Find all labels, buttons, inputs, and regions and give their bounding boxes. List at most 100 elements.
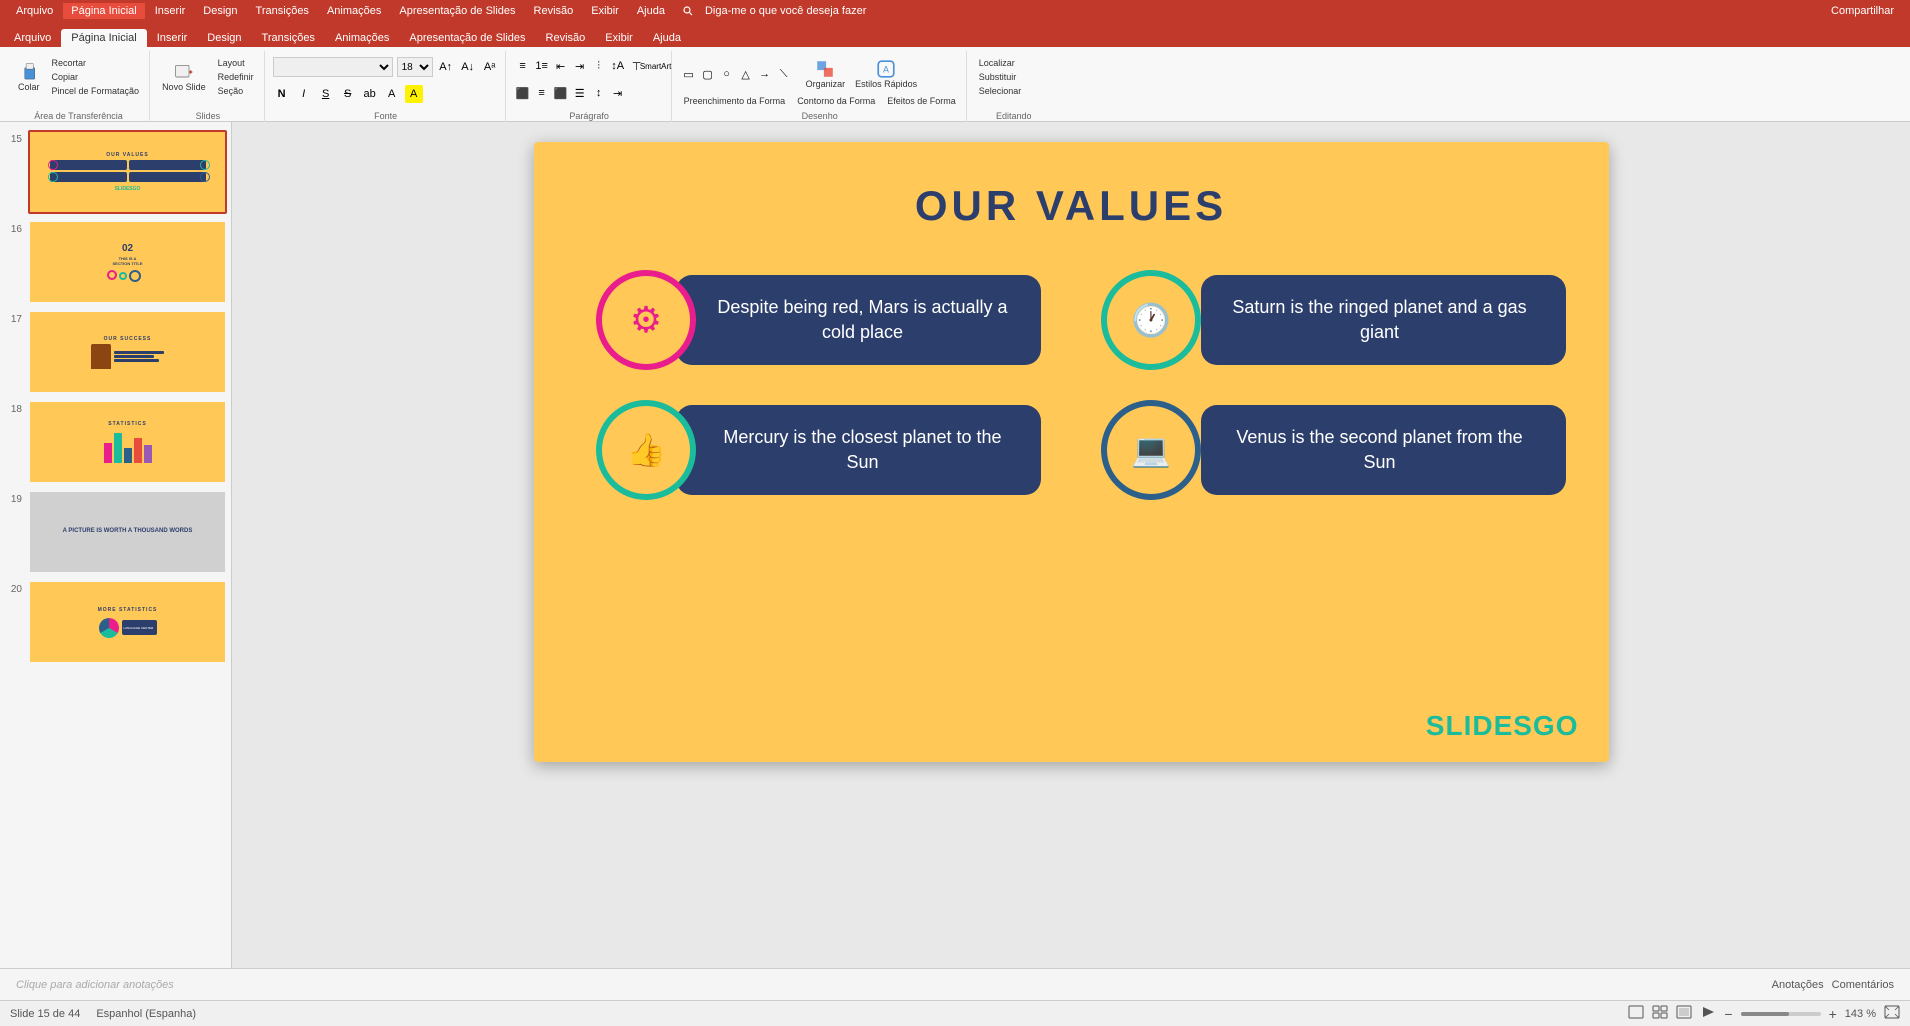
menu-animacoes[interactable]: Animações bbox=[319, 3, 389, 19]
menu-pagina-inicial[interactable]: Página Inicial bbox=[63, 3, 144, 19]
paste-button[interactable]: Colar bbox=[14, 60, 44, 94]
align-right-button[interactable]: ⬛ bbox=[552, 84, 570, 102]
slide-15-thumb[interactable]: 15 OUR VALUES SLIDESGO bbox=[4, 130, 227, 214]
line-spacing-button[interactable]: ↕ bbox=[590, 84, 608, 102]
font-color-button[interactable]: A bbox=[383, 85, 401, 103]
slide-18-thumb[interactable]: 18 STATISTICS bbox=[4, 400, 227, 484]
shape-rounded[interactable]: ▢ bbox=[699, 65, 717, 83]
underline-button[interactable]: S bbox=[317, 85, 335, 103]
slide-16-img[interactable]: 02 THIS IS ASECTION TITLE bbox=[28, 220, 227, 304]
find-button[interactable]: Localizar bbox=[975, 57, 1019, 69]
font-family-select[interactable] bbox=[273, 57, 393, 77]
shape-triangle[interactable]: △ bbox=[737, 65, 755, 83]
indent-button[interactable]: ⇥ bbox=[609, 84, 627, 102]
canvas-area[interactable]: OUR VALUES Despite being red, Mars is ac… bbox=[232, 122, 1910, 968]
effects-shape-button[interactable]: Efeitos de Forma bbox=[883, 95, 960, 107]
numbering-button[interactable]: 1≡ bbox=[533, 57, 551, 75]
notes-button[interactable]: Anotações bbox=[1772, 979, 1824, 991]
increase-font-button[interactable]: A↑ bbox=[437, 58, 455, 76]
slide-17-img[interactable]: OUR SUCCESS bbox=[28, 310, 227, 394]
shape-arrow[interactable]: → bbox=[756, 65, 774, 83]
clipboard-group: Colar Recortar Copiar Pincel de Formataç… bbox=[8, 51, 150, 125]
replace-button[interactable]: Substituir bbox=[975, 71, 1021, 83]
menu-apresentacao[interactable]: Apresentação de Slides bbox=[391, 3, 523, 19]
zoom-out-button[interactable]: − bbox=[1724, 1006, 1732, 1022]
arrange-button[interactable]: Organizar bbox=[802, 57, 850, 91]
normal-view-button[interactable] bbox=[1628, 1005, 1644, 1022]
slide-17-thumb[interactable]: 17 OUR SUCCESS bbox=[4, 310, 227, 394]
menu-arquivo[interactable]: Arquivo bbox=[8, 3, 61, 19]
share-button[interactable]: Compartilhar bbox=[1823, 3, 1902, 19]
value-saturn: Saturn is the ringed planet and a gas gi… bbox=[1101, 270, 1546, 370]
values-grid: Despite being red, Mars is actually a co… bbox=[596, 270, 1546, 500]
tab-revisao[interactable]: Revisão bbox=[536, 29, 596, 47]
text-direction-button[interactable]: ↕A bbox=[609, 57, 627, 75]
slide-16-thumb[interactable]: 16 02 THIS IS ASECTION TITLE bbox=[4, 220, 227, 304]
slide-20-thumb[interactable]: 20 MORE STATISTICS LANGUAGE CENTER bbox=[4, 580, 227, 664]
columns-button[interactable]: ⫶ bbox=[590, 57, 608, 75]
shape-line[interactable]: ⟍ bbox=[775, 65, 793, 83]
tab-design[interactable]: Design bbox=[197, 29, 251, 47]
zoom-in-button[interactable]: + bbox=[1829, 1006, 1837, 1022]
notes-placeholder[interactable]: Clique para adicionar anotações bbox=[16, 979, 174, 991]
quick-styles-button[interactable]: A Estilos Rápidos bbox=[851, 57, 921, 91]
tab-exibir[interactable]: Exibir bbox=[595, 29, 643, 47]
slide-20-img[interactable]: MORE STATISTICS LANGUAGE CENTER bbox=[28, 580, 227, 664]
font-size-select[interactable]: 18 24 36 bbox=[397, 57, 433, 77]
decrease-font-button[interactable]: A↓ bbox=[459, 58, 477, 76]
bullets-button[interactable]: ≡ bbox=[514, 57, 532, 75]
tab-arquivo[interactable]: Arquivo bbox=[4, 29, 61, 47]
layout-button[interactable]: Layout bbox=[214, 57, 258, 69]
format-painter-button[interactable]: Pincel de Formatação bbox=[48, 85, 144, 97]
convert-smartart-button[interactable]: SmartArt bbox=[647, 57, 665, 75]
align-center-button[interactable]: ≡ bbox=[533, 84, 551, 102]
presentation-button[interactable] bbox=[1700, 1005, 1716, 1022]
strikethrough-button[interactable]: S bbox=[339, 85, 357, 103]
outline-shape-button[interactable]: Contorno da Forma bbox=[793, 95, 879, 107]
clear-format-button[interactable]: Aᵃ bbox=[481, 58, 499, 76]
menu-revisao[interactable]: Revisão bbox=[526, 3, 582, 19]
menu-ajuda[interactable]: Ajuda bbox=[629, 3, 673, 19]
redefinir-button[interactable]: Redefinir bbox=[214, 71, 258, 83]
ribbon-tabs: Arquivo Página Inicial Inserir Design Tr… bbox=[0, 22, 1910, 47]
tab-transicoes[interactable]: Transições bbox=[252, 29, 325, 47]
fill-shape-button[interactable]: Preenchimento da Forma bbox=[680, 95, 790, 107]
menu-transicoes[interactable]: Transições bbox=[248, 3, 317, 19]
bold-button[interactable]: N bbox=[273, 85, 291, 103]
justify-button[interactable]: ☰ bbox=[571, 84, 589, 102]
increase-indent-button[interactable]: ⇥ bbox=[571, 57, 589, 75]
select-button[interactable]: Selecionar bbox=[975, 85, 1026, 97]
slide-19-thumb[interactable]: 19 A PICTURE IS WORTH A THOUSAND WORDS bbox=[4, 490, 227, 574]
tab-apresentacao[interactable]: Apresentação de Slides bbox=[399, 29, 535, 47]
cut-button[interactable]: Recortar bbox=[48, 57, 144, 69]
highlight-button[interactable]: A bbox=[405, 85, 423, 103]
italic-button[interactable]: I bbox=[295, 85, 313, 103]
notes-bar: Clique para adicionar anotações Anotaçõe… bbox=[0, 968, 1910, 1000]
slide-18-img[interactable]: STATISTICS bbox=[28, 400, 227, 484]
zoom-slider[interactable] bbox=[1741, 1012, 1821, 1016]
slide-19-img[interactable]: A PICTURE IS WORTH A THOUSAND WORDS bbox=[28, 490, 227, 574]
new-slide-button[interactable]: Novo Slide bbox=[158, 60, 210, 94]
decrease-indent-button[interactable]: ⇤ bbox=[552, 57, 570, 75]
laptop-icon bbox=[1131, 431, 1171, 469]
secao-button[interactable]: Seção bbox=[214, 85, 258, 97]
shape-oval[interactable]: ○ bbox=[718, 65, 736, 83]
text-shadow-button[interactable]: ab bbox=[361, 85, 379, 103]
fit-slide-button[interactable] bbox=[1884, 1005, 1900, 1022]
menu-exibir[interactable]: Exibir bbox=[583, 3, 627, 19]
align-left-button[interactable]: ⬛ bbox=[514, 84, 532, 102]
tab-ajuda[interactable]: Ajuda bbox=[643, 29, 691, 47]
tab-pagina-inicial[interactable]: Página Inicial bbox=[61, 29, 146, 47]
paragraph-group: ≡ 1≡ ⇤ ⇥ ⫶ ↕A ⊤ SmartArt ⬛ ≡ ⬛ ☰ ↕ ⇥ Par… bbox=[508, 51, 672, 125]
menu-inserir[interactable]: Inserir bbox=[147, 3, 194, 19]
copy-button[interactable]: Copiar bbox=[48, 71, 144, 83]
shape-rect[interactable]: ▭ bbox=[680, 65, 698, 83]
tab-animacoes[interactable]: Animações bbox=[325, 29, 399, 47]
slide-15-img[interactable]: OUR VALUES SLIDESGO bbox=[28, 130, 227, 214]
tab-inserir[interactable]: Inserir bbox=[147, 29, 198, 47]
reading-view-button[interactable] bbox=[1676, 1005, 1692, 1022]
menu-search[interactable]: Diga-me o que você deseja fazer bbox=[675, 1, 882, 21]
menu-design[interactable]: Design bbox=[195, 3, 245, 19]
slide-sorter-button[interactable] bbox=[1652, 1005, 1668, 1022]
comments-button[interactable]: Comentários bbox=[1832, 979, 1894, 991]
